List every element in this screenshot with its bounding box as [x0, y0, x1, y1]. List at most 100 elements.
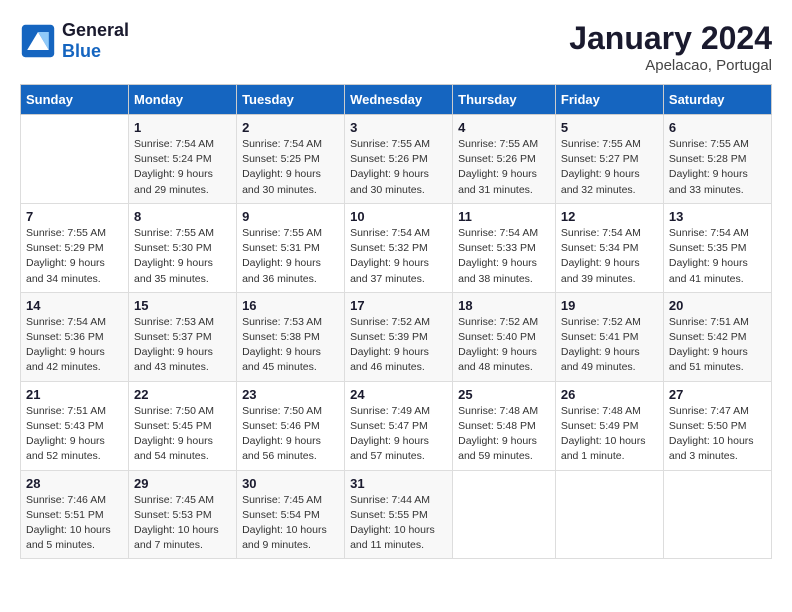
day-number: 22 [134, 387, 231, 402]
day-info: Sunrise: 7:54 AM Sunset: 5:34 PM Dayligh… [561, 226, 658, 287]
calendar-day-cell: 21Sunrise: 7:51 AM Sunset: 5:43 PM Dayli… [21, 381, 129, 470]
col-sunday: Sunday [21, 85, 129, 115]
calendar-day-cell: 15 Sunrise: 7:53 AM Sunset: 5:37 PM Dayli… [129, 292, 237, 381]
calendar-header-row: Sunday Monday Tuesday Wednesday Thursday… [21, 85, 772, 115]
calendar-day-cell: 5Sunrise: 7:55 AM Sunset: 5:27 PM Daylig… [555, 115, 663, 204]
day-number: 28 [26, 476, 123, 491]
calendar-day-cell: 3Sunrise: 7:55 AM Sunset: 5:26 PM Daylig… [345, 115, 453, 204]
calendar-day-cell: 20 Sunrise: 7:51 AM Sunset: 5:42 PM Dayli… [663, 292, 771, 381]
day-number: 9 [242, 209, 339, 224]
calendar-day-cell: 13 Sunrise: 7:54 AM Sunset: 5:35 PM Dayli… [663, 203, 771, 292]
calendar-day-cell: 26 Sunrise: 7:48 AM Sunset: 5:49 PM Dayli… [555, 381, 663, 470]
logo-icon [20, 23, 56, 59]
location-subtitle: Apelacao, Portugal [569, 57, 772, 74]
calendar-day-cell [663, 470, 771, 559]
day-number: 2 [242, 120, 339, 135]
day-info: Sunrise: 7:55 AM Sunset: 5:27 PM Dayligh… [561, 137, 658, 198]
calendar-day-cell: 30 Sunrise: 7:45 AM Sunset: 5:54 PM Dayli… [237, 470, 345, 559]
calendar-day-cell: 19 Sunrise: 7:52 AM Sunset: 5:41 PM Dayli… [555, 292, 663, 381]
day-number: 20 [669, 298, 766, 313]
calendar-day-cell: 24 Sunrise: 7:49 AM Sunset: 5:47 PM Dayli… [345, 381, 453, 470]
day-number: 26 [561, 387, 658, 402]
page-header: General Blue January 2024 Apelacao, Port… [20, 20, 772, 74]
col-wednesday: Wednesday [345, 85, 453, 115]
calendar-day-cell: 23Sunrise: 7:50 AM Sunset: 5:46 PM Dayli… [237, 381, 345, 470]
day-info: Sunrise: 7:55 AM Sunset: 5:30 PM Dayligh… [134, 226, 231, 287]
logo-text: General Blue [62, 20, 129, 62]
day-info: Sunrise: 7:55 AM Sunset: 5:31 PM Dayligh… [242, 226, 339, 287]
logo: General Blue [20, 20, 129, 62]
day-number: 25 [458, 387, 550, 402]
day-info: Sunrise: 7:48 AM Sunset: 5:48 PM Dayligh… [458, 404, 550, 465]
calendar-day-cell: 14 Sunrise: 7:54 AM Sunset: 5:36 PM Dayli… [21, 292, 129, 381]
day-info: Sunrise: 7:55 AM Sunset: 5:26 PM Dayligh… [350, 137, 447, 198]
day-info: Sunrise: 7:48 AM Sunset: 5:49 PM Dayligh… [561, 404, 658, 465]
day-number: 16 [242, 298, 339, 313]
calendar-day-cell: 2Sunrise: 7:54 AM Sunset: 5:25 PM Daylig… [237, 115, 345, 204]
day-number: 8 [134, 209, 231, 224]
day-info: Sunrise: 7:54 AM Sunset: 5:36 PM Dayligh… [26, 315, 123, 376]
day-number: 30 [242, 476, 339, 491]
day-info: Sunrise: 7:45 AM Sunset: 5:53 PM Dayligh… [134, 493, 231, 554]
day-info: Sunrise: 7:54 AM Sunset: 5:24 PM Dayligh… [134, 137, 231, 198]
calendar-day-cell: 8 Sunrise: 7:55 AM Sunset: 5:30 PM Daylig… [129, 203, 237, 292]
calendar-day-cell: 27 Sunrise: 7:47 AM Sunset: 5:50 PM Dayli… [663, 381, 771, 470]
calendar-body: 1 Sunrise: 7:54 AM Sunset: 5:24 PM Daylig… [21, 115, 772, 559]
day-info: Sunrise: 7:54 AM Sunset: 5:35 PM Dayligh… [669, 226, 766, 287]
day-info: Sunrise: 7:54 AM Sunset: 5:32 PM Dayligh… [350, 226, 447, 287]
day-info: Sunrise: 7:52 AM Sunset: 5:39 PM Dayligh… [350, 315, 447, 376]
day-number: 27 [669, 387, 766, 402]
day-number: 7 [26, 209, 123, 224]
calendar-day-cell: 10 Sunrise: 7:54 AM Sunset: 5:32 PM Dayli… [345, 203, 453, 292]
day-info: Sunrise: 7:49 AM Sunset: 5:47 PM Dayligh… [350, 404, 447, 465]
day-number: 1 [134, 120, 231, 135]
calendar-day-cell: 31Sunrise: 7:44 AM Sunset: 5:55 PM Dayli… [345, 470, 453, 559]
day-number: 11 [458, 209, 550, 224]
calendar-table: Sunday Monday Tuesday Wednesday Thursday… [20, 84, 772, 559]
day-info: Sunrise: 7:55 AM Sunset: 5:29 PM Dayligh… [26, 226, 123, 287]
day-number: 14 [26, 298, 123, 313]
col-saturday: Saturday [663, 85, 771, 115]
calendar-week-row: 28 Sunrise: 7:46 AM Sunset: 5:51 PM Dayli… [21, 470, 772, 559]
day-info: Sunrise: 7:54 AM Sunset: 5:33 PM Dayligh… [458, 226, 550, 287]
col-friday: Friday [555, 85, 663, 115]
day-number: 12 [561, 209, 658, 224]
day-number: 15 [134, 298, 231, 313]
day-number: 13 [669, 209, 766, 224]
day-info: Sunrise: 7:51 AM Sunset: 5:42 PM Dayligh… [669, 315, 766, 376]
day-number: 18 [458, 298, 550, 313]
calendar-day-cell [21, 115, 129, 204]
calendar-day-cell: 18 Sunrise: 7:52 AM Sunset: 5:40 PM Dayli… [453, 292, 556, 381]
day-info: Sunrise: 7:52 AM Sunset: 5:41 PM Dayligh… [561, 315, 658, 376]
day-info: Sunrise: 7:47 AM Sunset: 5:50 PM Dayligh… [669, 404, 766, 465]
col-thursday: Thursday [453, 85, 556, 115]
day-info: Sunrise: 7:53 AM Sunset: 5:37 PM Dayligh… [134, 315, 231, 376]
col-tuesday: Tuesday [237, 85, 345, 115]
day-info: Sunrise: 7:45 AM Sunset: 5:54 PM Dayligh… [242, 493, 339, 554]
day-info: Sunrise: 7:46 AM Sunset: 5:51 PM Dayligh… [26, 493, 123, 554]
col-monday: Monday [129, 85, 237, 115]
calendar-week-row: 7 Sunrise: 7:55 AM Sunset: 5:29 PM Daylig… [21, 203, 772, 292]
day-number: 17 [350, 298, 447, 313]
day-number: 10 [350, 209, 447, 224]
calendar-day-cell: 1 Sunrise: 7:54 AM Sunset: 5:24 PM Daylig… [129, 115, 237, 204]
calendar-day-cell: 16Sunrise: 7:53 AM Sunset: 5:38 PM Dayli… [237, 292, 345, 381]
day-info: Sunrise: 7:55 AM Sunset: 5:28 PM Dayligh… [669, 137, 766, 198]
calendar-day-cell: 12 Sunrise: 7:54 AM Sunset: 5:34 PM Dayli… [555, 203, 663, 292]
calendar-day-cell: 29 Sunrise: 7:45 AM Sunset: 5:53 PM Dayli… [129, 470, 237, 559]
calendar-day-cell [555, 470, 663, 559]
month-title: January 2024 [569, 20, 772, 57]
calendar-day-cell: 9 Sunrise: 7:55 AM Sunset: 5:31 PM Daylig… [237, 203, 345, 292]
day-number: 19 [561, 298, 658, 313]
day-info: Sunrise: 7:51 AM Sunset: 5:43 PM Dayligh… [26, 404, 123, 465]
day-number: 4 [458, 120, 550, 135]
day-number: 6 [669, 120, 766, 135]
day-info: Sunrise: 7:55 AM Sunset: 5:26 PM Dayligh… [458, 137, 550, 198]
day-number: 29 [134, 476, 231, 491]
calendar-day-cell: 11 Sunrise: 7:54 AM Sunset: 5:33 PM Dayli… [453, 203, 556, 292]
day-number: 24 [350, 387, 447, 402]
calendar-week-row: 14 Sunrise: 7:54 AM Sunset: 5:36 PM Dayli… [21, 292, 772, 381]
day-info: Sunrise: 7:52 AM Sunset: 5:40 PM Dayligh… [458, 315, 550, 376]
calendar-day-cell: 28 Sunrise: 7:46 AM Sunset: 5:51 PM Dayli… [21, 470, 129, 559]
calendar-day-cell: 6 Sunrise: 7:55 AM Sunset: 5:28 PM Daylig… [663, 115, 771, 204]
